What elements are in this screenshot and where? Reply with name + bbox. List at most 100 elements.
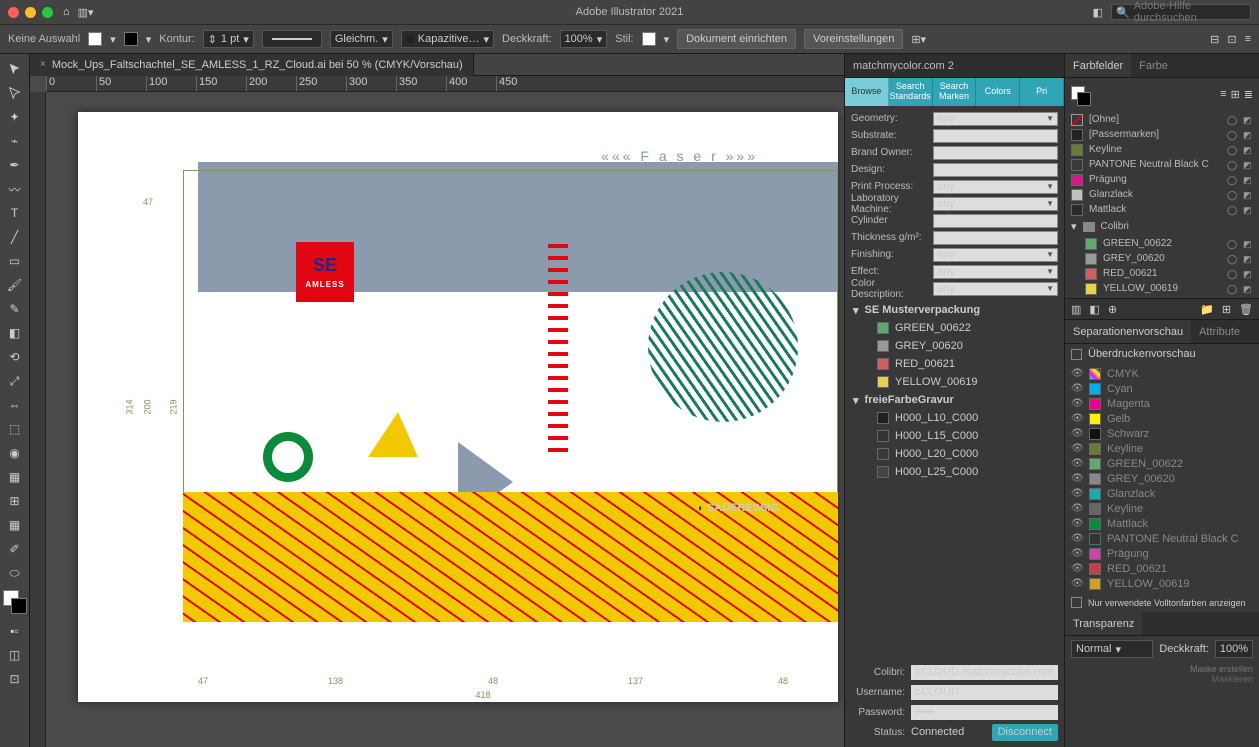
stroke-swatch[interactable] bbox=[124, 32, 138, 46]
swatches-tab[interactable]: Farbfelder bbox=[1065, 54, 1131, 77]
line-tool[interactable]: ╱ bbox=[3, 226, 27, 248]
tree-color-item[interactable]: H000_L10_C000 bbox=[853, 409, 1056, 427]
tree-color-item[interactable]: GREEN_00622 bbox=[853, 319, 1056, 337]
home-icon[interactable]: ⌂ bbox=[63, 6, 70, 18]
overprint-checkbox[interactable] bbox=[1071, 349, 1082, 360]
separation-row[interactable]: 👁Keyline bbox=[1065, 441, 1259, 456]
visibility-icon[interactable]: 👁 bbox=[1071, 368, 1083, 380]
opacity-field[interactable]: 100% bbox=[1215, 640, 1253, 658]
grid-view-icon[interactable]: ⊞ bbox=[1231, 88, 1240, 101]
share-icon[interactable]: ◧ bbox=[1093, 6, 1103, 19]
screen-mode[interactable]: ⊡ bbox=[3, 668, 27, 690]
separation-row[interactable]: 👁GREY_00620 bbox=[1065, 471, 1259, 486]
tree-color-item[interactable]: H000_L15_C000 bbox=[853, 427, 1056, 445]
visibility-icon[interactable]: 👁 bbox=[1071, 473, 1083, 485]
maximize-window[interactable] bbox=[42, 7, 53, 18]
mmc-field-input[interactable]: any▼ bbox=[933, 180, 1058, 194]
tree-group-header[interactable]: ▾freieFarbeGravur bbox=[853, 391, 1056, 409]
mmc-tab-marken[interactable]: Search Marken bbox=[933, 78, 977, 106]
panel-menu-icon[interactable]: ≣ bbox=[1244, 88, 1253, 101]
separation-row[interactable]: 👁Gelb bbox=[1065, 411, 1259, 426]
mmc-field-input[interactable]: any▼ bbox=[933, 112, 1058, 126]
separation-row[interactable]: 👁Glanzlack bbox=[1065, 486, 1259, 501]
preferences-button[interactable]: Voreinstellungen bbox=[804, 29, 903, 49]
mmc-tab-browse[interactable]: Browse bbox=[845, 78, 889, 106]
tree-color-item[interactable]: H000_L25_C000 bbox=[853, 463, 1056, 481]
separation-row[interactable]: 👁Magenta bbox=[1065, 396, 1259, 411]
visibility-icon[interactable]: 👁 bbox=[1071, 428, 1083, 440]
mmc-panel-tab[interactable]: matchmycolor.com 2 bbox=[845, 54, 1064, 78]
visibility-icon[interactable]: 👁 bbox=[1071, 458, 1083, 470]
lasso-tool[interactable]: ⌁ bbox=[3, 130, 27, 152]
close-window[interactable] bbox=[8, 7, 19, 18]
swatch-row[interactable]: RED_00621◯◩ bbox=[1079, 266, 1259, 281]
visibility-icon[interactable]: 👁 bbox=[1071, 398, 1083, 410]
pen-tool[interactable]: ✒ bbox=[3, 154, 27, 176]
visibility-icon[interactable]: 👁 bbox=[1071, 503, 1083, 515]
separation-row[interactable]: 👁RED_00621 bbox=[1065, 561, 1259, 576]
swatch-kind-icon[interactable]: ◧ bbox=[1089, 303, 1099, 316]
canvas[interactable]: 050100150200250300350400450 ««« F a s e … bbox=[30, 76, 844, 747]
visibility-icon[interactable]: 👁 bbox=[1071, 443, 1083, 455]
mmc-tab-pri[interactable]: Pri bbox=[1020, 78, 1064, 106]
gpu-icon[interactable]: ⊡ bbox=[1227, 33, 1236, 46]
mmc-field-input[interactable]: any▼ bbox=[933, 282, 1058, 296]
stroke-dropdown[interactable]: ▾ bbox=[146, 33, 152, 46]
visibility-icon[interactable]: 👁 bbox=[1071, 413, 1083, 425]
color-tab[interactable]: Farbe bbox=[1131, 54, 1176, 77]
swatch-row[interactable]: Mattlack◯◩ bbox=[1065, 202, 1259, 217]
separation-row[interactable]: 👁Cyan bbox=[1065, 381, 1259, 396]
direct-selection-tool[interactable] bbox=[3, 82, 27, 104]
mmc-field-input[interactable]: any▼ bbox=[933, 265, 1058, 279]
tree-color-item[interactable]: GREY_00620 bbox=[853, 337, 1056, 355]
tree-color-item[interactable]: YELLOW_00619 bbox=[853, 373, 1056, 391]
swatch-libraries-icon[interactable]: ▥ bbox=[1071, 303, 1081, 316]
mesh-tool[interactable]: ⊞ bbox=[3, 490, 27, 512]
separation-row[interactable]: 👁PANTONE Neutral Black C bbox=[1065, 531, 1259, 546]
separation-row[interactable]: 👁GREEN_00622 bbox=[1065, 456, 1259, 471]
visibility-icon[interactable]: 👁 bbox=[1071, 578, 1083, 590]
swatch-row[interactable]: PANTONE Neutral Black C◯◩ bbox=[1065, 157, 1259, 172]
mmc-tab-colors[interactable]: Colors bbox=[976, 78, 1020, 106]
align-icon[interactable]: ⊞▾ bbox=[911, 33, 926, 46]
gradient-tool[interactable]: ▦ bbox=[3, 514, 27, 536]
stepper-icon[interactable]: ⇕ bbox=[208, 33, 217, 46]
blend-mode[interactable]: Normal▾ bbox=[1071, 640, 1153, 658]
document-setup-button[interactable]: Dokument einrichten bbox=[677, 29, 796, 49]
visibility-icon[interactable]: 👁 bbox=[1071, 548, 1083, 560]
mmc-field-input[interactable] bbox=[933, 129, 1058, 143]
close-tab-icon[interactable]: × bbox=[40, 59, 46, 70]
shape-builder-tool[interactable]: ◉ bbox=[3, 442, 27, 464]
password-field[interactable]: ••••• bbox=[911, 705, 1058, 720]
visibility-icon[interactable]: 👁 bbox=[1071, 533, 1083, 545]
swatch-row[interactable]: GREY_00620◯◩ bbox=[1079, 251, 1259, 266]
swatch-row[interactable]: Keyline◯◩ bbox=[1065, 142, 1259, 157]
color-mode[interactable]: ▪▫ bbox=[3, 620, 27, 642]
eyedropper-tool[interactable]: ✐ bbox=[3, 538, 27, 560]
separation-row[interactable]: 👁Schwarz bbox=[1065, 426, 1259, 441]
swatch-row[interactable]: [Passermarken]◯◩ bbox=[1065, 127, 1259, 142]
free-transform-tool[interactable]: ⬚ bbox=[3, 418, 27, 440]
colibri-field[interactable]: cCLOUD.matchmycolor.com bbox=[911, 665, 1058, 680]
fill-dropdown[interactable]: ▾ bbox=[110, 33, 116, 46]
visibility-icon[interactable]: 👁 bbox=[1071, 383, 1083, 395]
tree-group-header[interactable]: ▾SE Musterverpackung bbox=[853, 301, 1056, 319]
swatch-row[interactable]: [Ohne]◯◩ bbox=[1065, 112, 1259, 127]
visibility-icon[interactable]: 👁 bbox=[1071, 488, 1083, 500]
transparency-tab[interactable]: Transparenz bbox=[1065, 612, 1142, 635]
separation-row[interactable]: 👁Prägung bbox=[1065, 546, 1259, 561]
attribute-tab[interactable]: Attribute bbox=[1191, 320, 1248, 343]
fill-stroke-indicator[interactable] bbox=[3, 590, 27, 614]
help-search[interactable]: 🔍 Adobe-Hilfe durchsuchen bbox=[1111, 4, 1251, 20]
tree-color-item[interactable]: H000_L20_C000 bbox=[853, 445, 1056, 463]
width-tool[interactable]: ⇔ bbox=[3, 394, 27, 416]
list-view-icon[interactable]: ≡ bbox=[1220, 88, 1226, 101]
swatch-group-toggle[interactable]: ▾Colibri bbox=[1065, 219, 1259, 234]
tree-color-item[interactable]: RED_00621 bbox=[853, 355, 1056, 373]
swatch-row[interactable]: GREEN_00622◯◩ bbox=[1079, 236, 1259, 251]
mmc-field-input[interactable] bbox=[933, 146, 1058, 160]
rectangle-tool[interactable]: ▭ bbox=[3, 250, 27, 272]
perspective-tool[interactable]: ▦ bbox=[3, 466, 27, 488]
spotonly-checkbox[interactable] bbox=[1071, 597, 1082, 608]
variable-width[interactable]: Kapazitive…▾ bbox=[401, 30, 494, 48]
